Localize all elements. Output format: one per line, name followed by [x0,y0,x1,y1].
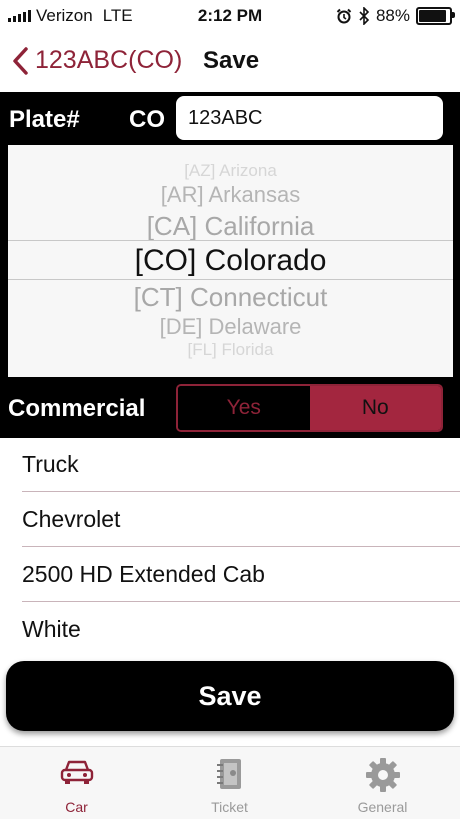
vehicle-type-field[interactable]: Truck [22,438,460,492]
alarm-icon [336,8,352,24]
plate-label: Plate# [9,106,80,133]
picker-item[interactable]: [AR] Arkansas [8,182,453,208]
state-picker[interactable]: [AZ] Arizona [AR] Arkansas [CA] Californ… [8,145,453,377]
commercial-toggle[interactable]: Yes No [176,384,443,432]
notebook-icon [216,759,241,789]
commercial-no-option[interactable]: No [309,386,441,430]
navigation-bar: 123ABC(CO) Save [0,32,460,92]
vehicle-model-field[interactable]: 2500 HD Extended Cab [22,548,460,602]
tab-car[interactable]: Car [0,747,153,819]
status-bar: Verizon LTE 2:12 PM 88% [0,0,460,32]
battery-percent: 88% [375,6,410,25]
vehicle-make-field[interactable]: Chevrolet [22,493,460,547]
bluetooth-icon [359,7,370,25]
back-button[interactable]: 123ABC(CO) [12,46,182,75]
tab-car-label: Car [65,799,88,815]
picker-item[interactable]: [CA] California [8,211,453,242]
commercial-yes-option[interactable]: Yes [178,386,310,430]
picker-selected-item[interactable]: [CO] Colorado [8,244,453,278]
picker-selection-top [8,240,453,241]
back-label: 123ABC(CO) [35,46,183,74]
vehicle-color-field[interactable]: White [22,602,460,656]
picker-item[interactable]: [FL] Florida [8,340,453,360]
picker-item[interactable]: [CT] Connecticut [8,282,453,313]
picker-item[interactable]: [AZ] Arizona [8,161,453,181]
gear-icon [365,758,400,792]
picker-selection-bottom [8,279,453,280]
tab-general[interactable]: General [306,747,459,819]
battery-icon [416,7,455,25]
tab-bar: Car Ticket General [0,746,460,819]
save-button[interactable]: Save [6,661,454,731]
picker-item[interactable]: [DE] Delaware [8,314,453,340]
plate-number-input[interactable] [176,96,443,140]
state-abbreviation: CO [129,106,165,133]
nav-save-button[interactable]: Save [203,47,259,75]
car-icon [60,760,93,784]
commercial-label: Commercial [8,395,146,422]
tab-general-label: General [357,799,408,815]
tab-ticket-label: Ticket [211,799,248,815]
plate-panel: Plate# CO [AZ] Arizona [AR] Arkansas [CA… [0,92,460,438]
chevron-left-icon [13,46,28,75]
tab-ticket[interactable]: Ticket [153,747,306,819]
